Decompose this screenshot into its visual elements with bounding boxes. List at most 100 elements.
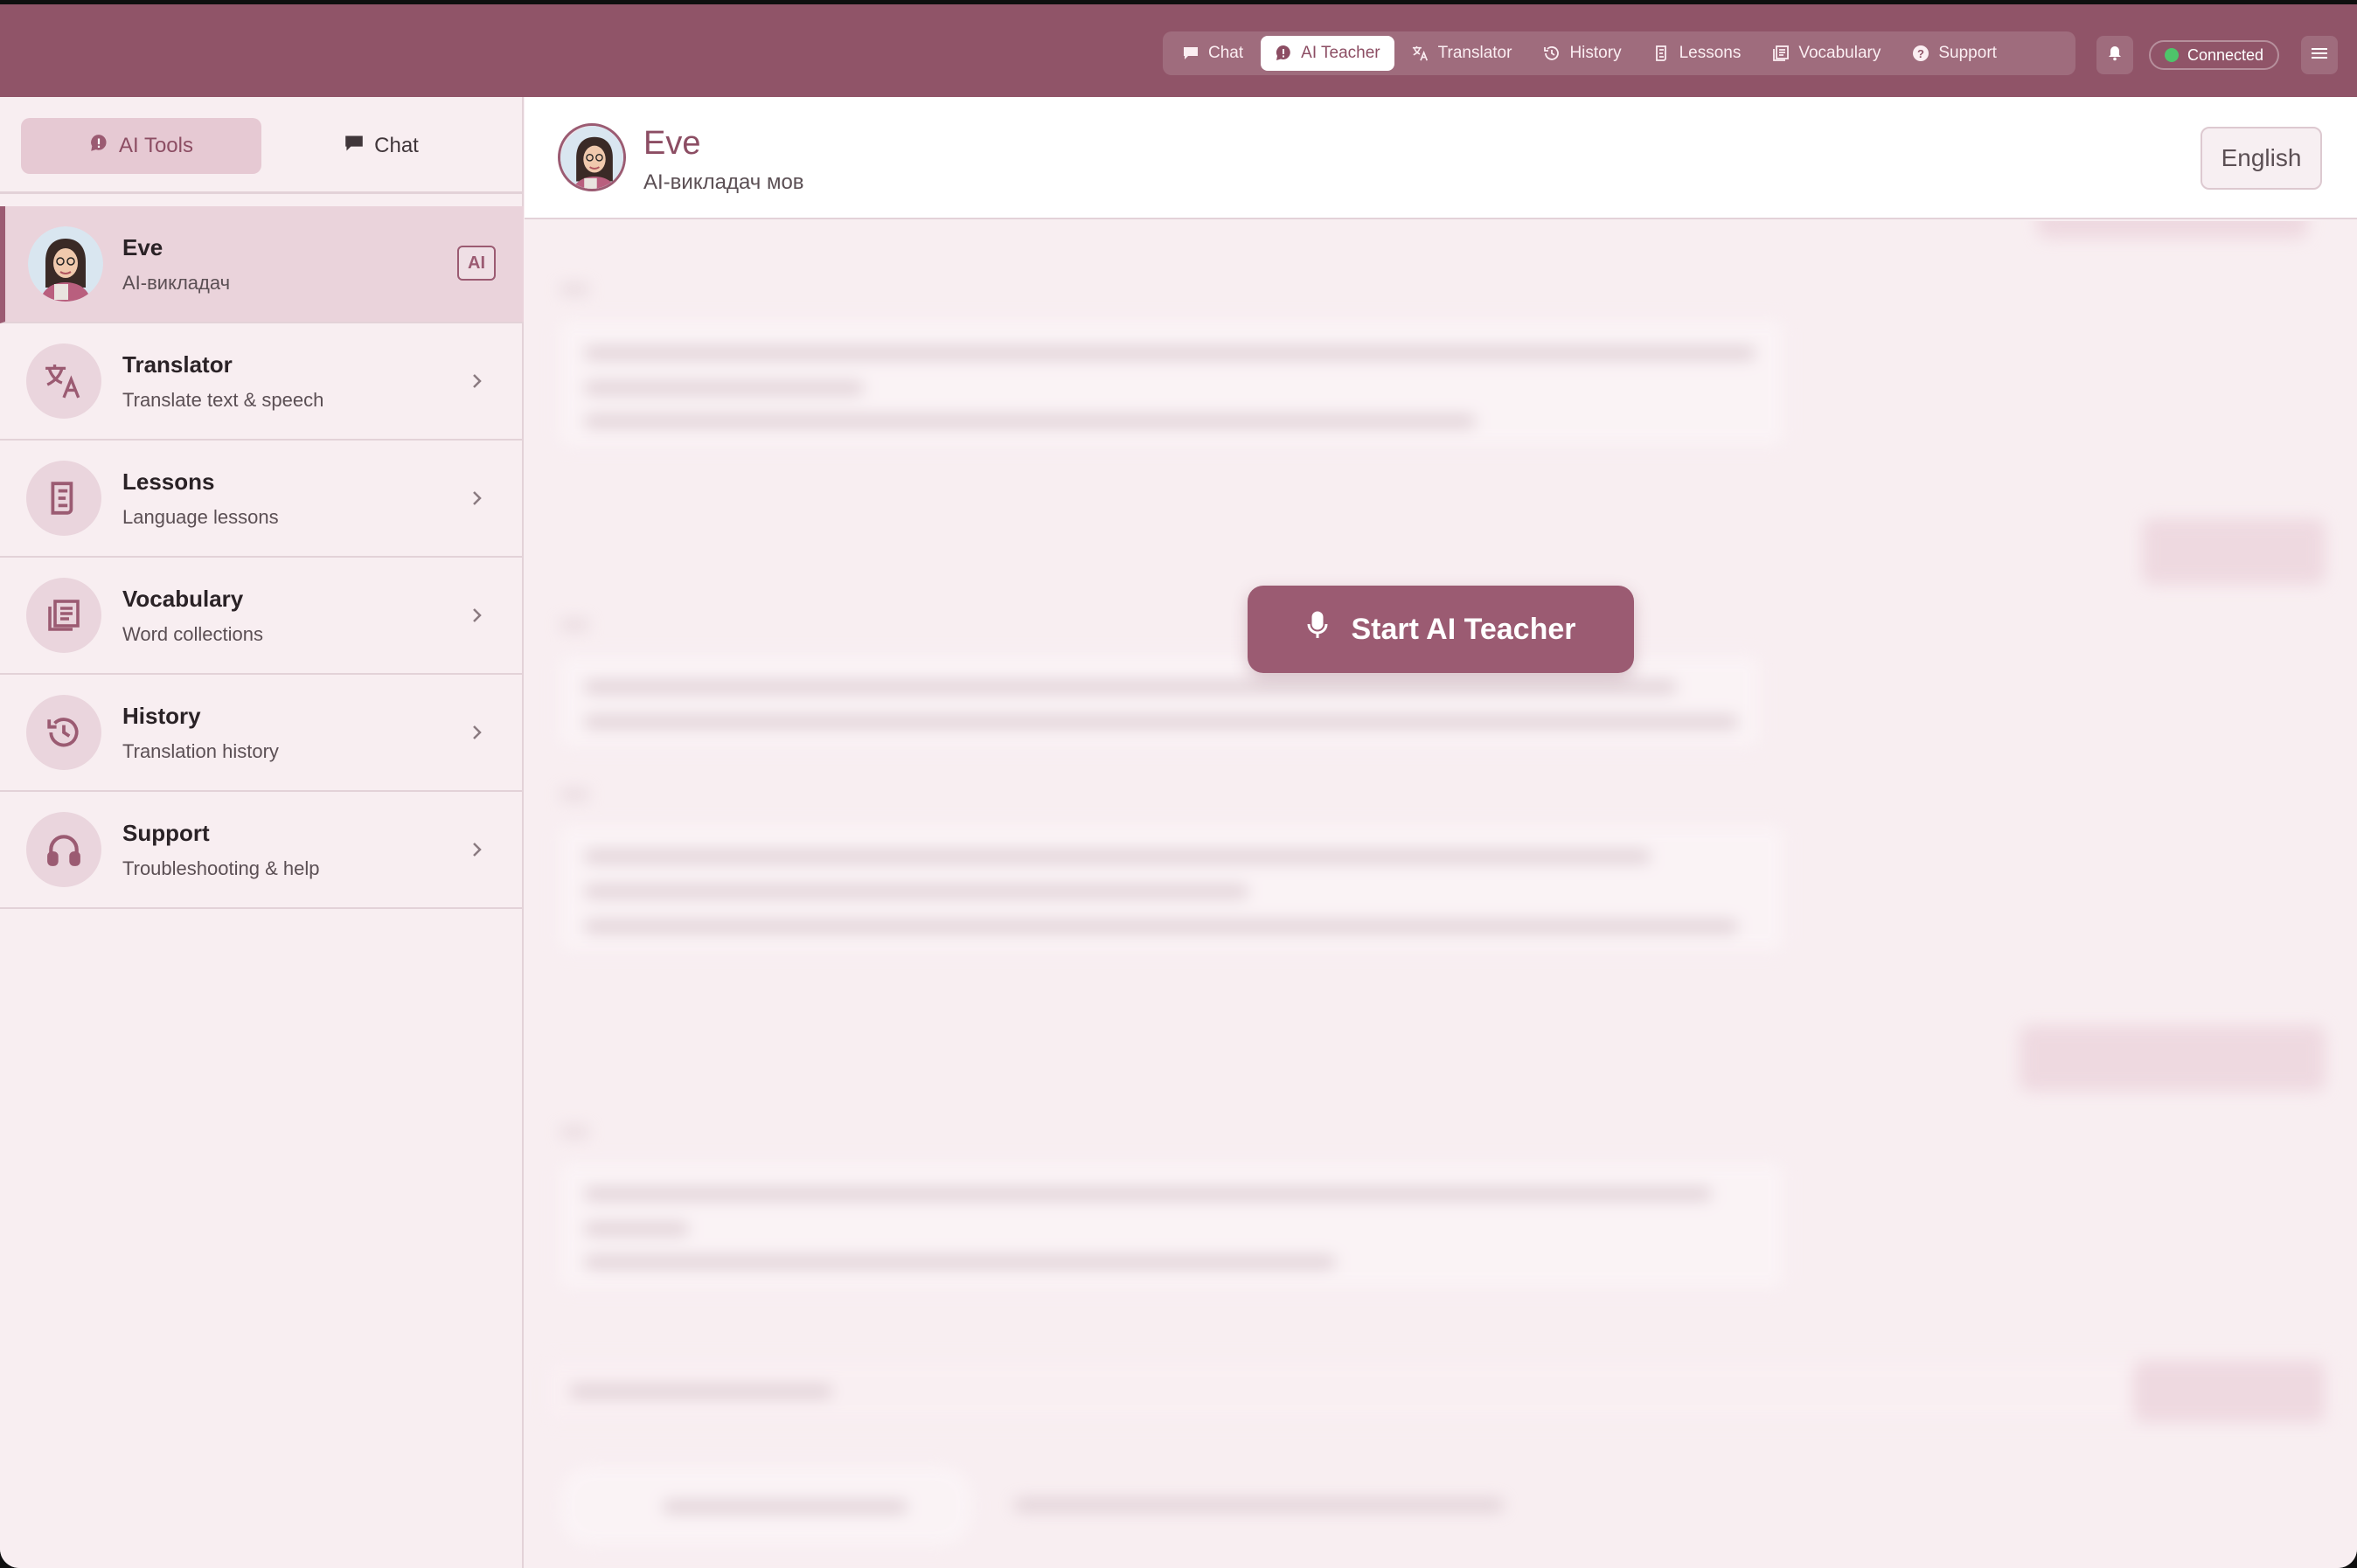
status-dot-icon [2165, 48, 2179, 62]
sidebar: AI Tools Chat Eve AI-викладач AI Transla… [0, 97, 524, 1568]
lessons-icon [1653, 45, 1671, 62]
blurred-user-message [2037, 221, 2308, 239]
vocabulary-icon [1772, 45, 1790, 62]
sidebar-item-title: Eve [122, 234, 163, 260]
sidebar-item-title: Lessons [122, 468, 215, 495]
blurred-label [560, 1127, 589, 1137]
history-icon [26, 695, 101, 770]
blurred-conversation [525, 221, 2357, 1568]
nav-support[interactable]: ? Support [1898, 36, 2011, 71]
ai-teacher-icon [1275, 45, 1292, 62]
sidebar-item-text: Translator Translate text & speech [122, 351, 323, 412]
nav-translator[interactable]: Translator [1398, 36, 1526, 71]
tools-list: Eve AI-викладач AI Translator Translate … [0, 206, 524, 909]
nav-chat[interactable]: Chat [1168, 36, 1257, 71]
conversation-header: Eve AI-викладач мов English [525, 97, 2357, 219]
blurred-input [542, 1357, 2340, 1424]
sidebar-item-subtitle: AI-викладач [122, 272, 231, 294]
nav-vocabulary-label: Vocabulary [1798, 44, 1881, 62]
sidebar-divider [0, 191, 524, 194]
blurred-label [560, 789, 589, 800]
blurred-label [560, 620, 589, 630]
bell-icon [2108, 45, 2122, 66]
sidebar-item-subtitle: Word collections [122, 623, 263, 645]
sidebar-item-text: Support Troubleshooting & help [122, 820, 319, 880]
start-ai-teacher-button[interactable]: Start AI Teacher [1248, 586, 1634, 673]
connection-status-label: Connected [2187, 45, 2264, 64]
tab-ai-tools[interactable]: AI Tools [21, 118, 261, 174]
top-nav: Chat AI Teacher Translator History Lesso… [1163, 31, 2075, 75]
ai-tools-icon [89, 134, 108, 159]
blurred-message [556, 317, 1787, 448]
ai-badge: AI [457, 246, 496, 281]
headphones-icon [26, 812, 101, 887]
blurred-voice-button [556, 1462, 976, 1550]
sidebar-item-text: History Translation history [122, 703, 279, 763]
sidebar-item-vocabulary[interactable]: Vocabulary Word collections [0, 558, 524, 675]
page-subtitle: AI-викладач мов [643, 170, 804, 194]
blurred-user-message [2142, 518, 2326, 585]
nav-lessons[interactable]: Lessons [1639, 36, 1756, 71]
nav-lessons-label: Lessons [1679, 44, 1742, 62]
blurred-send-button [2133, 1361, 2326, 1422]
tab-ai-tools-label: AI Tools [119, 134, 193, 157]
nav-ai-teacher-label: AI Teacher [1301, 44, 1380, 62]
top-bar: Chat AI Teacher Translator History Lesso… [0, 4, 2357, 97]
tab-chat[interactable]: Chat [261, 118, 502, 174]
sidebar-item-eve[interactable]: Eve AI-викладач AI [0, 206, 524, 323]
nav-history-label: History [1569, 44, 1622, 62]
sidebar-item-subtitle: Translation history [122, 740, 279, 762]
chevron-right-icon [473, 843, 482, 857]
nav-support-label: Support [1938, 44, 1997, 62]
chevron-right-icon [473, 608, 482, 622]
page-title: Eve [643, 125, 701, 162]
language-button[interactable]: English [2201, 127, 2322, 190]
history-icon [1543, 45, 1561, 62]
sidebar-item-subtitle: Language lessons [122, 506, 279, 528]
sidebar-item-title: History [122, 703, 201, 729]
notifications-button[interactable] [2096, 36, 2133, 74]
main-panel: Eve AI-викладач мов English Start AI Tea… [525, 97, 2357, 1568]
connection-status: Connected [2149, 40, 2280, 70]
translate-icon [26, 343, 101, 419]
blurred-message [556, 1160, 1787, 1291]
blurred-message [556, 822, 1787, 954]
sidebar-item-subtitle: Translate text & speech [122, 389, 324, 411]
sidebar-item-text: Eve AI-викладач [122, 234, 230, 295]
menu-button[interactable] [2301, 36, 2338, 74]
sidebar-item-support[interactable]: Support Troubleshooting & help [0, 792, 524, 909]
nav-translator-label: Translator [1437, 44, 1512, 62]
blurred-label [560, 284, 589, 295]
svg-text:?: ? [1917, 47, 1924, 60]
help-icon: ? [1912, 45, 1929, 62]
sidebar-tabs: AI Tools Chat [21, 118, 502, 174]
nav-chat-label: Chat [1208, 44, 1244, 62]
nav-history[interactable]: History [1529, 36, 1635, 71]
sidebar-item-text: Vocabulary Word collections [122, 586, 263, 646]
avatar [28, 226, 103, 302]
lessons-icon [26, 461, 101, 536]
chat-area: Start AI Teacher [525, 221, 2357, 1568]
sidebar-item-title: Vocabulary [122, 586, 244, 612]
chat-icon [344, 134, 364, 158]
chevron-right-icon [473, 491, 482, 505]
sidebar-item-history[interactable]: History Translation history [0, 675, 524, 792]
app-window: Chat AI Teacher Translator History Lesso… [0, 4, 2357, 1568]
sidebar-item-text: Lessons Language lessons [122, 468, 279, 529]
avatar [558, 123, 626, 191]
sidebar-item-translator[interactable]: Translator Translate text & speech [0, 323, 524, 441]
start-ai-teacher-label: Start AI Teacher [1351, 612, 1576, 646]
chat-icon [1182, 45, 1199, 62]
sidebar-item-lessons[interactable]: Lessons Language lessons [0, 441, 524, 558]
sidebar-item-title: Support [122, 820, 210, 846]
nav-vocabulary[interactable]: Vocabulary [1758, 36, 1895, 71]
vocabulary-icon [26, 578, 101, 653]
chevron-right-icon [473, 725, 482, 739]
hamburger-icon [2312, 47, 2327, 64]
blurred-user-message [2020, 1025, 2326, 1092]
chevron-right-icon [473, 374, 482, 388]
nav-ai-teacher[interactable]: AI Teacher [1261, 36, 1394, 71]
sidebar-item-title: Translator [122, 351, 233, 378]
tab-chat-label: Chat [374, 134, 419, 157]
microphone-icon [1306, 611, 1329, 649]
